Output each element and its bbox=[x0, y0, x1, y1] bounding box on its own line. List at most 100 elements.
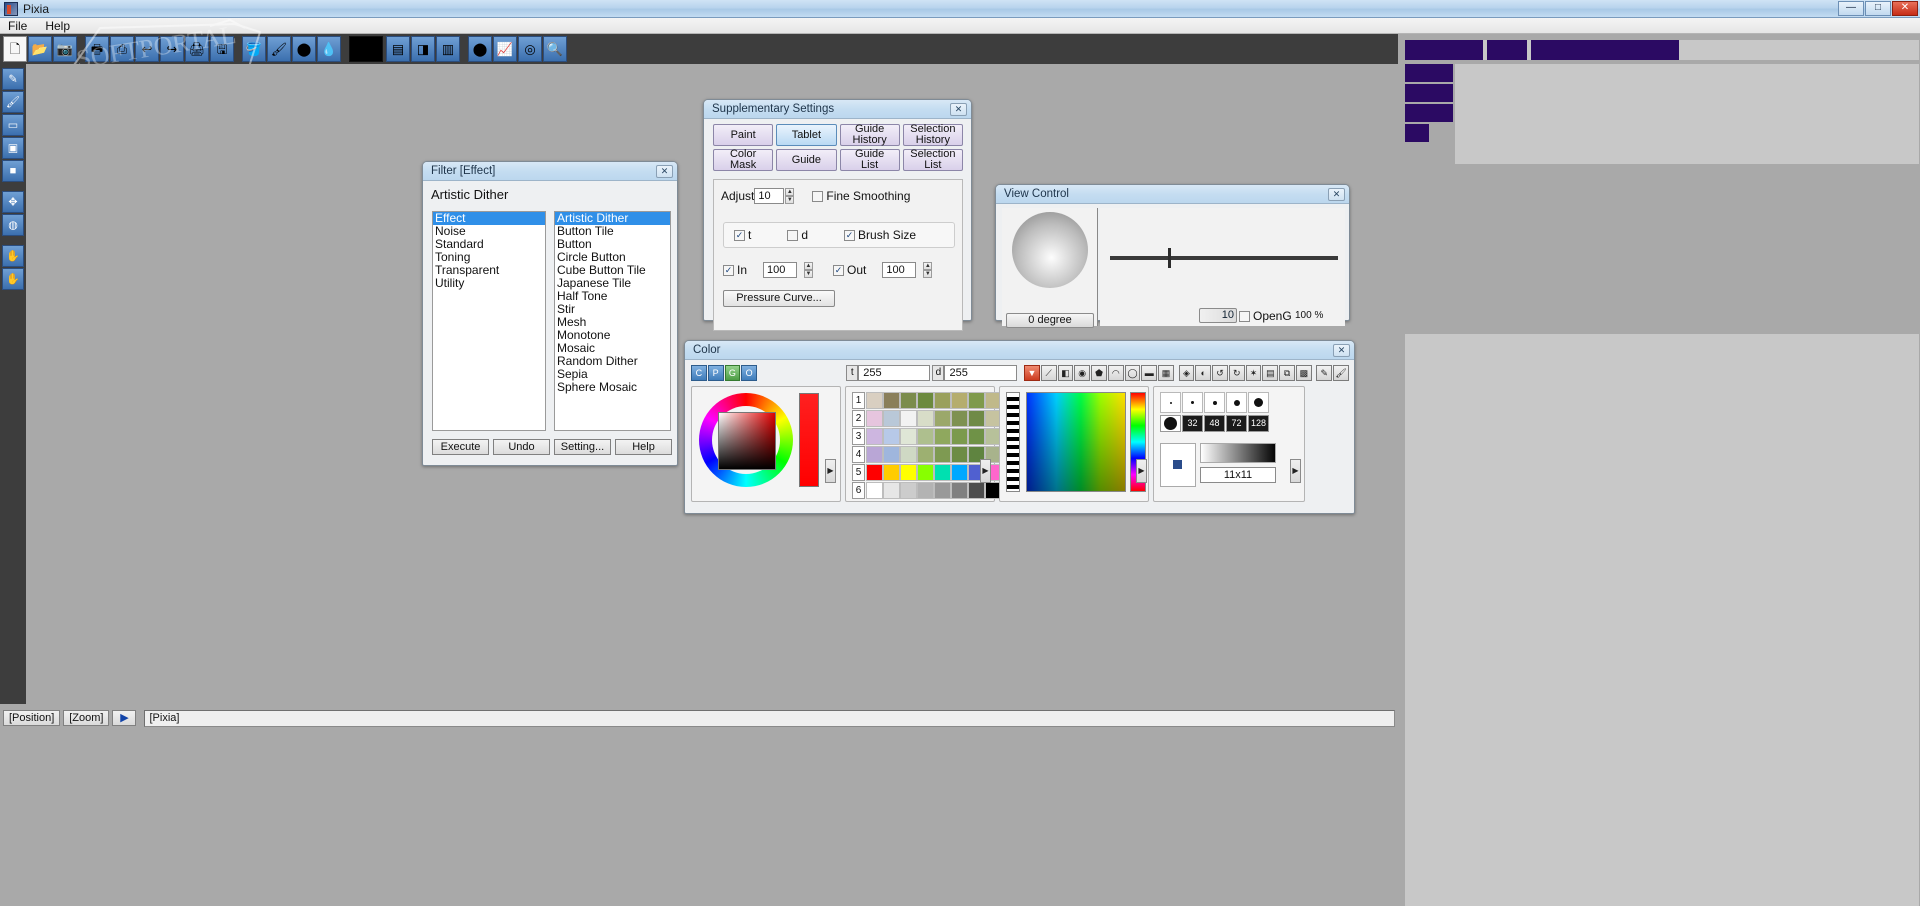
pencil-tool-icon[interactable]: ✎ bbox=[2, 68, 24, 90]
brush-size-dot[interactable] bbox=[1160, 415, 1181, 432]
palette-swatch[interactable] bbox=[900, 428, 917, 445]
new-document-icon[interactable]: 🗋 bbox=[3, 36, 27, 62]
rotation-degree-button[interactable]: 0 degree bbox=[1006, 313, 1094, 328]
rotation-sphere-icon[interactable] bbox=[1012, 212, 1088, 288]
brush-next-button[interactable]: ▶ bbox=[1290, 459, 1301, 483]
mode-p-button[interactable]: P bbox=[707, 365, 724, 381]
palette-swatch[interactable] bbox=[883, 428, 900, 445]
filter-category-list[interactable]: Effect Noise Standard Toning Transparent Util… bbox=[432, 211, 546, 431]
view-control-panel[interactable]: View Control ✕ 0 degree 10 OpenG 100 % bbox=[995, 184, 1350, 328]
palette-swatch[interactable] bbox=[951, 446, 968, 463]
out-stepper[interactable]: ▲ ▼ bbox=[923, 262, 933, 278]
palette-row-number[interactable]: 1 bbox=[852, 392, 865, 409]
fill-rect-tool-icon[interactable]: ▣ bbox=[2, 137, 24, 159]
maximize-button[interactable]: □ bbox=[1865, 0, 1891, 16]
palette-swatch[interactable] bbox=[951, 392, 968, 409]
filter-dialog-close-icon[interactable]: ✕ bbox=[656, 164, 673, 178]
rotate-right-icon[interactable]: ↻ bbox=[1228, 365, 1245, 381]
save-icon[interactable]: 🖫 bbox=[210, 36, 234, 62]
chart-icon[interactable]: 📈 bbox=[493, 36, 517, 62]
palette-row-number[interactable]: 5 bbox=[852, 464, 865, 481]
palette-swatch[interactable] bbox=[900, 446, 917, 463]
position-button[interactable]: [Position] bbox=[3, 710, 61, 726]
palette-swatch[interactable] bbox=[866, 392, 883, 409]
out-value-input[interactable]: 100 bbox=[882, 262, 917, 278]
palette-swatch[interactable] bbox=[917, 392, 934, 409]
minimize-button[interactable]: — bbox=[1838, 0, 1864, 16]
view-control-icon[interactable]: ◎ bbox=[518, 36, 542, 62]
scan-icon[interactable]: ⎙ bbox=[110, 36, 134, 62]
brush-preview[interactable] bbox=[1160, 443, 1196, 487]
in-value-input[interactable]: 100 bbox=[763, 262, 798, 278]
color-panel[interactable]: Color ✕ C P G O t 255 d 255 ▼ ⟋ ◧ ◉ ⬟ ◠ bbox=[684, 340, 1355, 514]
layer-icon[interactable]: ▥ bbox=[436, 36, 460, 62]
brush-dot-icon[interactable] bbox=[1226, 392, 1247, 413]
brush-tool-icon[interactable]: 🖌 bbox=[2, 91, 24, 113]
mode-o-button[interactable]: O bbox=[741, 365, 758, 381]
help-button[interactable]: Help bbox=[615, 439, 672, 455]
supp-tab-selection-history[interactable]: Selection History bbox=[902, 124, 963, 146]
in-stepper[interactable]: ▲ ▼ bbox=[804, 262, 814, 278]
in-checkbox[interactable]: ✓ In bbox=[723, 263, 747, 277]
palette-swatch[interactable] bbox=[866, 446, 883, 463]
palette-swatch[interactable] bbox=[934, 482, 951, 499]
palette-cell[interactable]: 123456 ▶ bbox=[845, 386, 1002, 502]
navigator-preview[interactable] bbox=[1405, 40, 1919, 60]
diamond-icon[interactable]: ◈ bbox=[1178, 365, 1195, 381]
palette-swatch[interactable] bbox=[951, 482, 968, 499]
view-control-close-icon[interactable]: ✕ bbox=[1328, 187, 1345, 201]
gradient-square[interactable] bbox=[1026, 392, 1126, 492]
brush-size-button[interactable]: 128 bbox=[1248, 415, 1269, 432]
supp-tab-tablet[interactable]: Tablet bbox=[776, 124, 837, 146]
palette-swatch[interactable] bbox=[866, 428, 883, 445]
palette-swatch[interactable] bbox=[934, 446, 951, 463]
brush-dot-icon[interactable] bbox=[1248, 392, 1269, 413]
zoom-value-input[interactable]: 10 bbox=[1199, 308, 1237, 323]
toggle-brush-size-checkbox[interactable]: ✓ Brush Size bbox=[844, 228, 916, 242]
adjust-stepper[interactable]: ▲ ▼ bbox=[785, 188, 795, 204]
mode-g-button[interactable]: G bbox=[724, 365, 741, 381]
arc-icon[interactable]: ◠ bbox=[1107, 365, 1124, 381]
brush-size-label[interactable]: 11x11 bbox=[1200, 467, 1276, 483]
zoom-status-button[interactable]: [Zoom] bbox=[63, 710, 110, 726]
palette-swatch[interactable] bbox=[866, 482, 883, 499]
filter-category-item[interactable]: Utility bbox=[433, 277, 545, 290]
palette-swatch[interactable] bbox=[951, 464, 968, 481]
palette-swatch[interactable] bbox=[883, 410, 900, 427]
filter-effect-list[interactable]: Artistic Dither Button Tile Button Circle B… bbox=[554, 211, 671, 431]
square-tool-icon[interactable]: ■ bbox=[2, 160, 24, 182]
brush-dot-icon[interactable] bbox=[1182, 392, 1203, 413]
toggle-d-checkbox[interactable]: d bbox=[787, 228, 808, 242]
palette-swatch[interactable] bbox=[934, 464, 951, 481]
supp-tab-color-mask[interactable]: Color Mask bbox=[713, 149, 774, 171]
palette-tool-icon[interactable]: ◍ bbox=[2, 214, 24, 236]
transform-tool-icon[interactable]: ✥ bbox=[2, 191, 24, 213]
brush-size-button[interactable]: 48 bbox=[1204, 415, 1225, 432]
sphere-gradient-icon[interactable]: ⬤ bbox=[292, 36, 316, 62]
brush-icon[interactable]: 🖌 bbox=[1333, 365, 1349, 381]
hexagon-icon[interactable]: ⬟ bbox=[1091, 365, 1107, 381]
palette-swatch[interactable] bbox=[951, 410, 968, 427]
brush-cell[interactable]: 32 48 72 128 11x11 ▶ bbox=[1153, 386, 1305, 502]
palette-swatch[interactable] bbox=[968, 428, 985, 445]
print-icon[interactable]: 🖶 bbox=[85, 36, 109, 62]
mode-c-button[interactable]: C bbox=[691, 365, 707, 381]
zoom-slider-track[interactable] bbox=[1110, 256, 1338, 260]
close-button[interactable]: ✕ bbox=[1892, 0, 1918, 16]
palette-swatch[interactable] bbox=[866, 464, 883, 481]
image-effect-icon[interactable]: ▤ bbox=[386, 36, 410, 62]
palette-swatch[interactable] bbox=[934, 392, 951, 409]
wheel-next-button[interactable]: ▶ bbox=[825, 459, 836, 483]
gradient-cell[interactable]: ▶ bbox=[999, 386, 1149, 502]
grayscale-ramp[interactable] bbox=[1006, 392, 1020, 492]
value-bar[interactable] bbox=[799, 393, 819, 487]
pressure-curve-button[interactable]: Pressure Curve... bbox=[723, 290, 835, 307]
menu-item-help[interactable]: Help bbox=[43, 19, 72, 33]
palette-swatch[interactable] bbox=[900, 410, 917, 427]
palette-swatch[interactable] bbox=[917, 482, 934, 499]
camera-import-icon[interactable]: 📷 bbox=[53, 36, 77, 62]
toggle-t-checkbox[interactable]: ✓ t bbox=[734, 228, 751, 242]
palette-swatch[interactable] bbox=[866, 410, 883, 427]
hand-tool-icon[interactable]: ✋ bbox=[2, 245, 24, 267]
supp-tab-paint[interactable]: Paint bbox=[713, 124, 774, 146]
